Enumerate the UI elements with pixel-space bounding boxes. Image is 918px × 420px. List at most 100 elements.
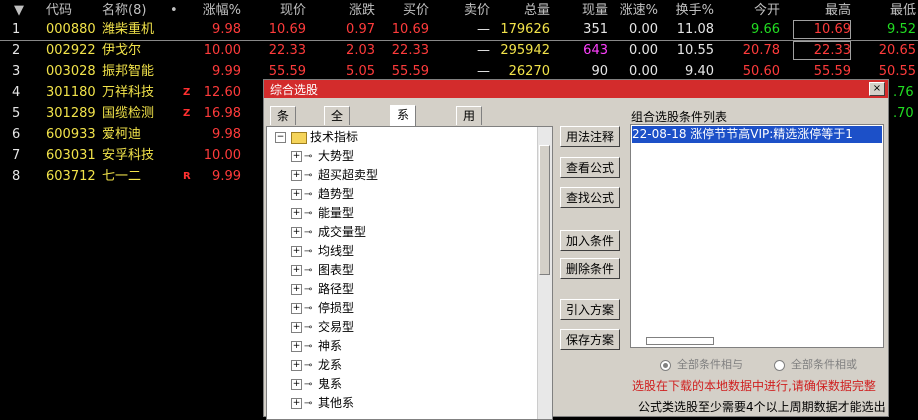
scrollbar-thumb[interactable] [646,337,714,345]
radio-unselected-icon[interactable] [774,359,785,371]
tree-item[interactable]: + ⊸ 超买超卖型 [291,167,378,184]
tab-system-conditions[interactable]: 系统条件 [390,105,417,176]
expand-icon[interactable]: + [291,208,302,219]
table-row[interactable]: 1 000880 潍柴重机 9.98 10.69 0.97 10.69 — 17… [0,19,918,41]
delete-condition-button[interactable]: 删除条件 [560,258,620,279]
add-condition-button[interactable]: 加入条件 [560,230,620,251]
row-low: .70 [893,106,914,121]
table-row[interactable]: 2 002922 伊戈尔 10.00 22.33 2.03 22.33 — 29… [0,40,918,61]
row-name: 安孚科技 [102,148,155,163]
header-vol[interactable]: 总量 [494,0,550,21]
tree-scrollbar[interactable] [537,127,552,419]
header-price[interactable]: 现价 [262,0,306,21]
usage-notes-button[interactable]: 用法注释 [560,126,620,147]
import-plan-button[interactable]: 引入方案 [560,299,620,320]
tree-item[interactable]: + ⊸ 趋势型 [291,186,354,203]
header-sell[interactable]: 卖价 [452,0,490,21]
expand-icon[interactable]: + [291,151,302,162]
header-low[interactable]: 最低 [866,0,916,21]
row-low: .76 [893,85,914,100]
tree-item-label: 能量型 [318,206,355,220]
radio-all-or[interactable]: 全部条件相或 [774,356,857,372]
expand-icon[interactable]: + [291,246,302,257]
sort-arrow-icon[interactable]: ▼ [14,0,24,21]
row-cur: 90 [591,64,608,79]
row-turn: 9.40 [685,64,714,79]
tree-item[interactable]: + ⊸ 路径型 [291,281,354,298]
row-index: 2 [12,43,21,58]
radio-selected-icon[interactable] [660,359,671,371]
tree-root-label: 技术指标 [310,130,359,144]
tree-item[interactable]: + ⊸ 神系 [291,338,342,355]
header-code[interactable]: 代码 [46,0,72,21]
dialog-titlebar[interactable]: 综合选股 × [264,80,888,98]
tree-root[interactable]: − 技术指标 [275,129,358,146]
header-open[interactable]: 今开 [734,0,780,21]
tab-all-conditions[interactable]: 全部条件 [324,106,351,177]
tree-item[interactable]: + ⊸ 停损型 [291,300,354,317]
expand-icon[interactable]: + [291,170,302,181]
radio-all-and[interactable]: 全部条件相与 [660,356,743,372]
list-item[interactable]: 22-08-18 涨停节节高VIP:精选涨停等于1 [632,126,882,143]
row-name: 七一二 [102,169,142,184]
row-pct: 9.98 [212,22,241,37]
row-open: 50.60 [742,64,780,79]
header-high[interactable]: 最高 [795,0,851,21]
expand-icon[interactable]: + [291,341,302,352]
row-pct: 10.00 [203,43,241,58]
tree-item[interactable]: + ⊸ 其他系 [291,395,354,412]
tab-condition-group[interactable]: 条件组 [270,106,297,159]
find-formula-button[interactable]: 查找公式 [560,187,620,208]
row-spd: 0.00 [629,22,658,37]
table-row[interactable]: 3 003028 振邦智能 9.99 55.59 5.05 55.59 — 26… [0,61,918,82]
tree-item[interactable]: + ⊸ 交易型 [291,319,354,336]
row-flag: Z [183,108,191,119]
tree-item[interactable]: + ⊸ 均线型 [291,243,354,260]
save-plan-button[interactable]: 保存方案 [560,329,620,350]
row-low: 50.55 [878,64,916,79]
header-pct[interactable]: 涨幅% [197,0,241,21]
expand-icon[interactable]: + [291,398,302,409]
expand-icon[interactable]: + [291,379,302,390]
tree-item[interactable]: + ⊸ 图表型 [291,262,354,279]
key-icon: ⊸ [304,208,313,219]
tree-item-label: 其他系 [318,396,355,410]
expand-icon[interactable]: + [291,227,302,238]
tree-item-label: 图表型 [318,263,355,277]
table-header: ▼ 代码 名称(8) • 涨幅% 现价 涨跌 买价 卖价 总量 现量 涨速% 换… [0,0,918,21]
header-turn[interactable]: 换手% [670,0,714,21]
view-formula-button[interactable]: 查看公式 [560,157,620,178]
scrollbar-thumb[interactable] [539,145,550,275]
close-button[interactable]: × [869,82,885,96]
indicator-tree[interactable]: − 技术指标 + ⊸ 大势型 + ⊸ 超买超卖型 + ⊸ 趋势型 + ⊸ 能量型 + ⊸ 成交量型 +… [266,126,553,420]
tree-item[interactable]: + ⊸ 大势型 [291,148,354,165]
tree-item[interactable]: + ⊸ 龙系 [291,357,342,374]
condition-list[interactable]: 22-08-18 涨停节节高VIP:精选涨停等于1 [630,124,884,348]
tab-user-conditions[interactable]: 用户条件 [456,106,483,177]
header-chg[interactable]: 涨跌 [331,0,375,21]
tree-item-label: 成交量型 [318,225,367,239]
header-name[interactable]: 名称(8) [102,0,146,21]
expand-icon[interactable]: + [291,360,302,371]
row-sell: — [477,64,490,79]
expand-icon[interactable]: + [291,322,302,333]
expand-icon[interactable]: + [291,284,302,295]
tree-item[interactable]: + ⊸ 能量型 [291,205,354,222]
key-icon: ⊸ [304,246,313,257]
tree-item[interactable]: + ⊸ 成交量型 [291,224,366,241]
header-spd[interactable]: 涨速% [612,0,658,21]
expand-icon[interactable]: + [291,303,302,314]
expand-icon[interactable]: + [291,189,302,200]
tree-item-label: 交易型 [318,320,355,334]
row-cur: 643 [583,43,608,58]
collapse-icon[interactable]: − [275,132,286,143]
list-horizontal-scrollbar[interactable] [632,337,882,345]
row-chg: 5.05 [346,64,375,79]
tree-item[interactable]: + ⊸ 鬼系 [291,376,342,393]
header-cur[interactable]: 现量 [566,0,608,21]
row-sell: — [477,43,490,58]
expand-icon[interactable]: + [291,265,302,276]
row-price: 55.59 [268,64,306,79]
row-pct: 9.99 [212,64,241,79]
header-buy[interactable]: 买价 [381,0,429,21]
